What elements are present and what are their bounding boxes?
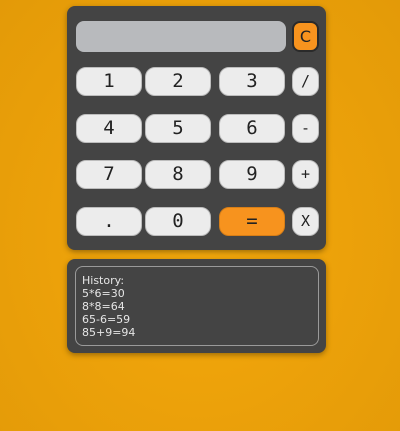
multiply-button[interactable]: X bbox=[292, 207, 319, 236]
calculator-panel: C 1 2 3 / 4 5 6 - 7 8 9 + . 0 = X bbox=[67, 6, 326, 250]
history-entry: 85+9=94 bbox=[82, 326, 136, 339]
key-8-button[interactable]: 8 bbox=[145, 160, 211, 189]
decimal-point-button[interactable]: . bbox=[76, 207, 142, 236]
equals-button[interactable]: = bbox=[219, 207, 285, 236]
key-4-button[interactable]: 4 bbox=[76, 114, 142, 143]
history-entry: 8*8=64 bbox=[82, 300, 125, 313]
minus-button[interactable]: - bbox=[292, 114, 319, 143]
key-0-button[interactable]: 0 bbox=[145, 207, 211, 236]
key-2-button[interactable]: 2 bbox=[145, 67, 211, 96]
key-7-button[interactable]: 7 bbox=[76, 160, 142, 189]
clear-button[interactable]: C bbox=[292, 21, 319, 52]
key-1-button[interactable]: 1 bbox=[76, 67, 142, 96]
history-entry: 5*6=30 bbox=[82, 287, 125, 300]
history-panel: History: 5*6=30 8*8=64 65-6=59 85+9=94 bbox=[67, 259, 326, 353]
key-3-button[interactable]: 3 bbox=[219, 67, 285, 96]
divide-button[interactable]: / bbox=[292, 67, 319, 96]
history-entry: 65-6=59 bbox=[82, 313, 131, 326]
history-box: History: 5*6=30 8*8=64 65-6=59 85+9=94 bbox=[75, 266, 319, 346]
key-6-button[interactable]: 6 bbox=[219, 114, 285, 143]
key-5-button[interactable]: 5 bbox=[145, 114, 211, 143]
key-9-button[interactable]: 9 bbox=[219, 160, 285, 189]
history-title: History: bbox=[82, 274, 125, 287]
plus-button[interactable]: + bbox=[292, 160, 319, 189]
calculator-display bbox=[76, 21, 286, 52]
